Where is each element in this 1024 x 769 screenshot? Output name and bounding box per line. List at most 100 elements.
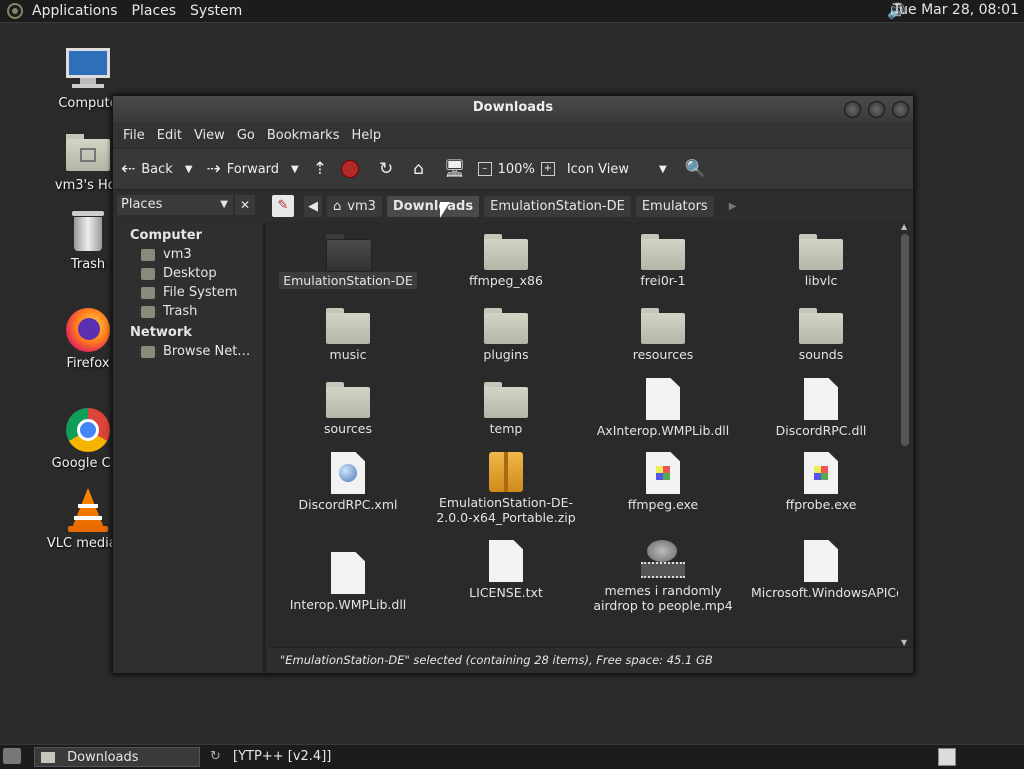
trash-icon xyxy=(141,305,155,318)
view-mode-select[interactable]: Icon View ▼ xyxy=(567,162,667,177)
system-menu[interactable]: System xyxy=(183,3,249,19)
crumb-emulationstation-de[interactable]: EmulationStation-DE xyxy=(484,195,631,217)
zoom-out-button[interactable]: – xyxy=(477,162,492,176)
file-item[interactable]: memes i randomly airdrop to people.mp4 xyxy=(593,540,733,613)
file-item[interactable]: Microsoft.WindowsAPICodePack.dll xyxy=(751,540,898,600)
close-button[interactable] xyxy=(892,101,909,118)
places-selector[interactable]: Places ▼ xyxy=(117,195,233,215)
file-item[interactable]: Interop.WMPLib.dll xyxy=(278,552,418,612)
forward-button[interactable]: ⇢ Forward ▼ xyxy=(207,159,299,179)
file-label: DiscordRPC.dll xyxy=(775,423,867,438)
sidebar-item-trash[interactable]: Trash xyxy=(141,304,263,319)
sidebar-header: Places ▼ ✕ xyxy=(113,190,268,222)
dll-document-icon xyxy=(331,552,365,594)
file-item[interactable]: libvlc xyxy=(751,234,891,288)
search-icon: 🔍 xyxy=(684,159,706,179)
reload-icon: ↻ xyxy=(379,159,394,179)
file-item[interactable]: ffmpeg_x86 xyxy=(436,234,576,288)
crumb-emulators[interactable]: Emulators xyxy=(635,195,714,217)
file-item[interactable]: AxInterop.WMPLib.dll xyxy=(593,378,733,438)
close-icon: ✕ xyxy=(239,198,251,212)
file-item[interactable]: ffmpeg.exe xyxy=(593,452,733,512)
show-desktop-button[interactable] xyxy=(3,748,21,764)
crumb-scroll-left[interactable]: ◀ xyxy=(304,195,322,217)
menu-bookmarks[interactable]: Bookmarks xyxy=(261,128,346,143)
applications-menu[interactable]: Applications xyxy=(25,3,125,19)
folder-icon xyxy=(326,382,370,418)
edit-location-button[interactable]: ✎ xyxy=(272,195,294,217)
forward-label: Forward xyxy=(226,161,280,177)
crumb-downloads[interactable]: Downloads xyxy=(386,195,480,217)
file-item[interactable]: DiscordRPC.dll xyxy=(751,378,891,438)
zoom-level: 100% xyxy=(497,161,535,177)
scrollbar-thumb[interactable] xyxy=(901,234,909,446)
back-arrow-icon: ⇠ xyxy=(121,159,136,179)
file-item[interactable]: DiscordRPC.xml xyxy=(278,452,418,512)
taskbar-item-ytp[interactable]: ↻ [YTP++ [v2.4]] xyxy=(206,747,331,767)
minimize-button[interactable] xyxy=(844,101,861,118)
folder-icon xyxy=(641,234,685,270)
menu-help[interactable]: Help xyxy=(345,128,387,143)
window-title: Downloads xyxy=(472,100,554,115)
file-label: frei0r-1 xyxy=(640,273,686,288)
computer-button[interactable]: 🖥 xyxy=(444,159,472,179)
firefox-icon xyxy=(64,306,112,354)
file-item[interactable]: EmulationStation-DE xyxy=(278,234,418,289)
back-button[interactable]: ⇠ Back ▼ xyxy=(121,159,193,179)
scroll-up-arrow-icon[interactable]: ▲ xyxy=(901,222,907,231)
places-dropdown-icon: ▼ xyxy=(220,199,228,210)
vertical-scrollbar[interactable]: ▲ ▼ xyxy=(898,222,912,647)
reload-button[interactable]: ↻ xyxy=(379,159,399,179)
file-item[interactable]: music xyxy=(278,308,418,362)
taskbar-item-downloads[interactable]: Downloads xyxy=(34,747,200,767)
workspace-switcher[interactable] xyxy=(938,748,956,766)
file-label: libvlc xyxy=(804,273,838,288)
sidebar-close-button[interactable]: ✕ xyxy=(235,195,255,215)
scroll-down-arrow-icon[interactable]: ▼ xyxy=(901,638,907,647)
xml-document-icon xyxy=(331,452,365,494)
places-menu[interactable]: Places xyxy=(125,3,184,19)
forward-dropdown-icon[interactable]: ▼ xyxy=(291,164,299,175)
file-item[interactable]: sounds xyxy=(751,308,891,362)
menu-edit[interactable]: Edit xyxy=(151,128,188,143)
file-grid: EmulationStation-DE ffmpeg_x86 frei0r-1 … xyxy=(268,222,898,647)
back-dropdown-icon[interactable]: ▼ xyxy=(185,164,193,175)
search-button[interactable]: 🔍 xyxy=(685,159,712,179)
zoom-in-button[interactable]: + xyxy=(540,162,555,176)
stop-button[interactable] xyxy=(341,160,359,178)
crumb-vm3[interactable]: ⌂ vm3 xyxy=(327,195,382,217)
home-button[interactable]: ⌂ xyxy=(413,159,430,179)
window-titlebar[interactable]: Downloads xyxy=(113,96,913,122)
file-item[interactable]: plugins xyxy=(436,308,576,362)
menu-go[interactable]: Go xyxy=(231,128,261,143)
file-item[interactable]: LICENSE.txt xyxy=(436,540,576,600)
sidebar-item-browse-network[interactable]: Browse Net… xyxy=(141,344,263,359)
zoom-out-icon: – xyxy=(477,162,492,176)
trash-icon xyxy=(64,207,112,255)
chevron-right-icon[interactable]: ▶ xyxy=(729,201,737,212)
sidebar-item-vm3[interactable]: vm3 xyxy=(141,247,263,262)
desktop-icon xyxy=(141,267,155,280)
sidebar-item-desktop[interactable]: Desktop xyxy=(141,266,263,281)
file-item[interactable]: temp xyxy=(436,382,576,436)
clock[interactable]: Tue Mar 28, 08:01 xyxy=(893,2,1019,18)
file-item[interactable]: ffprobe.exe xyxy=(751,452,891,512)
menu-file[interactable]: File xyxy=(117,128,151,143)
folder-icon xyxy=(799,308,843,344)
file-item[interactable]: EmulationStation-DE-2.0.0-x64_Portable.z… xyxy=(436,452,576,525)
file-label: music xyxy=(329,347,367,362)
distro-logo-icon[interactable] xyxy=(7,3,23,19)
mouse-cursor-icon xyxy=(440,202,450,218)
places-selector-label: Places xyxy=(121,197,163,212)
sidebar-item-label: Browse Net… xyxy=(163,344,251,359)
file-item[interactable]: resources xyxy=(593,308,733,362)
file-label: sounds xyxy=(798,347,844,362)
up-button[interactable]: ⇡ xyxy=(313,159,333,179)
maximize-button[interactable] xyxy=(868,101,885,118)
file-label: temp xyxy=(489,421,523,436)
file-item[interactable]: frei0r-1 xyxy=(593,234,733,288)
sidebar-item-label: Trash xyxy=(163,304,198,319)
sidebar-item-file-system[interactable]: File System xyxy=(141,285,263,300)
menu-view[interactable]: View xyxy=(188,128,231,143)
file-item[interactable]: sources xyxy=(278,382,418,436)
